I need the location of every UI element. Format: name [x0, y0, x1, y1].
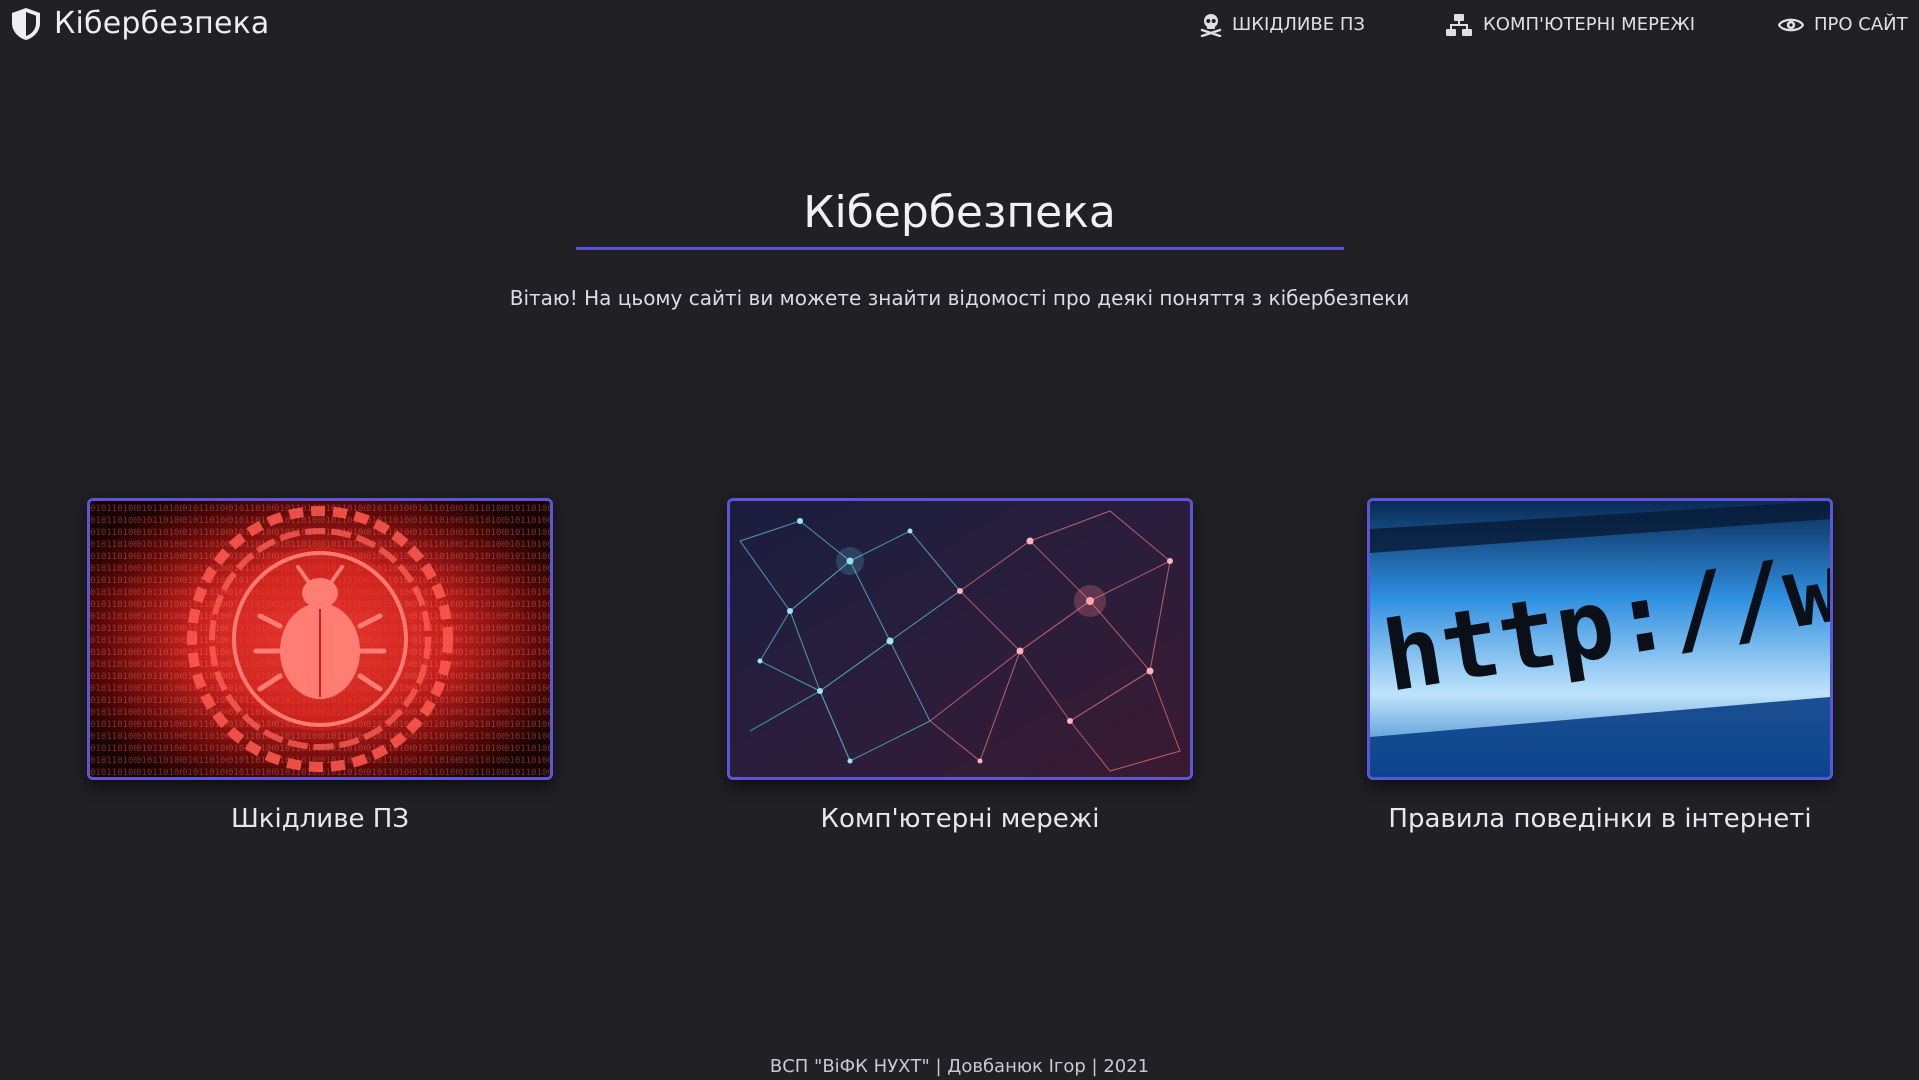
card-malware[interactable]: 0101101001 Шкідливе ПЗ — [87, 498, 553, 836]
card-networks[interactable]: Комп'ютерні мережі — [727, 498, 1193, 836]
eye-icon — [1778, 18, 1804, 32]
brand-link[interactable]: Кібербезпека — [10, 7, 270, 41]
page-subtitle: Вітаю! На цьому сайті ви можете знайти в… — [509, 286, 1410, 310]
malware-bug-image[interactable]: 0101101001 — [87, 498, 553, 780]
card-internet-rules-caption[interactable]: Правила поведінки в інтернеті — [1367, 802, 1833, 836]
shield-icon — [12, 8, 40, 40]
skull-crossbones-icon — [1200, 14, 1222, 37]
page-title: Кібербезпека — [803, 187, 1116, 238]
card-internet-rules[interactable]: http://w Правила поведінки в інтернеті — [1367, 498, 1833, 836]
top-navbar: Кібербезпека ШКІДЛИВЕ ПЗ КОМП'ЮТЕРНІ МЕР… — [0, 0, 1919, 50]
nav-about-label: ПРО САЙТ — [1814, 14, 1908, 35]
card-malware-caption[interactable]: Шкідливе ПЗ — [87, 802, 553, 836]
http-address-bar-image[interactable]: http://w — [1367, 498, 1833, 780]
network-mesh-image[interactable] — [727, 498, 1193, 780]
footer-text: ВСП "ВіФК НУХТ" | Довбанюк Ігор | 2021 — [769, 1056, 1150, 1077]
nav-malware-label: ШКІДЛИВЕ ПЗ — [1232, 14, 1365, 35]
network-icon — [1446, 14, 1472, 36]
nav-malware-link[interactable]: ШКІДЛИВЕ ПЗ — [1200, 12, 1365, 38]
title-underline — [576, 247, 1344, 250]
nav-networks-link[interactable]: КОМП'ЮТЕРНІ МЕРЕЖІ — [1445, 12, 1695, 38]
nav-networks-label: КОМП'ЮТЕРНІ МЕРЕЖІ — [1483, 14, 1696, 35]
brand-title: Кібербезпека — [54, 6, 270, 41]
nav-about-link[interactable]: ПРО САЙТ — [1778, 12, 1908, 38]
card-networks-caption[interactable]: Комп'ютерні мережі — [727, 802, 1193, 836]
